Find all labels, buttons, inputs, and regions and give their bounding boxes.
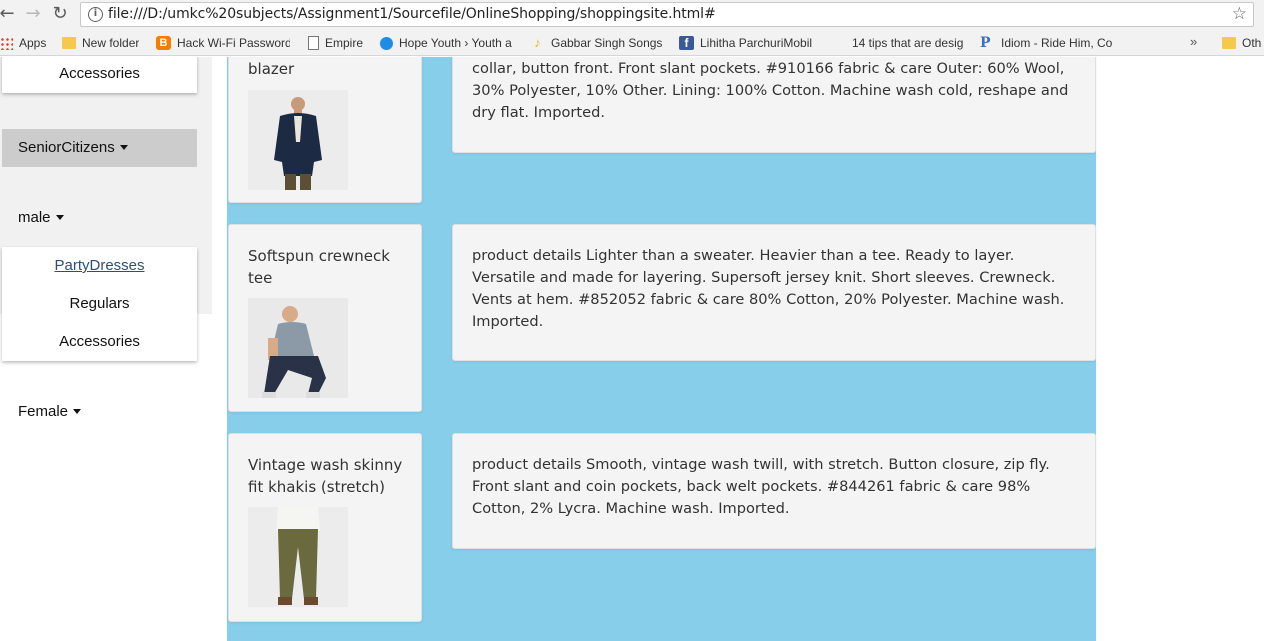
product-name: blazer — [248, 60, 295, 78]
product-card[interactable]: Softspun crewneck tee — [228, 224, 422, 412]
url-text[interactable]: file:///D:/umkc%20subjects/Assignment1/S… — [108, 6, 716, 22]
product-image-khakis[interactable] — [248, 507, 348, 607]
menu-item-accessories[interactable]: Accessories — [2, 323, 197, 361]
product-description: product details Lighter than a sweater. … — [472, 247, 1065, 330]
dropdown-menu-male: PartyDresses Regulars Accessories — [2, 247, 197, 361]
bookmark-label: Hope Youth › Youth a — [399, 36, 512, 50]
bookmark-14-tips[interactable]: 14 tips that are desig — [831, 34, 965, 52]
bookmark-label: Hack Wi-Fi Password — [177, 36, 290, 50]
product-description: product details Smooth, vintage wash twi… — [472, 456, 1050, 517]
blogger-icon: B — [156, 36, 171, 50]
category-label: male — [18, 209, 51, 226]
caret-down-icon — [119, 144, 128, 150]
folder-icon — [62, 37, 76, 49]
product-list: blazer collar, button front. Front slant… — [227, 57, 1096, 641]
menu-item-regulars[interactable]: Regulars — [2, 285, 197, 323]
blank-page-icon — [831, 36, 846, 50]
bookmarks-bar: Apps New folder B Hack Wi-Fi Password Em… — [0, 30, 1264, 56]
bookmark-label: Oth — [1242, 36, 1262, 50]
bookmark-label: New folder — [82, 36, 140, 50]
product-card[interactable]: blazer — [228, 57, 422, 203]
page-viewport: Accessories SeniorCitizens male PartyDre… — [0, 57, 1264, 641]
product-description-card: collar, button front. Front slant pocket… — [452, 57, 1096, 153]
folder-icon — [1222, 37, 1236, 49]
music-drop-icon: ♪ — [534, 35, 541, 50]
product-name: Vintage wash skinny fit khakis (stretch) — [248, 456, 403, 496]
product-description-card: product details Lighter than a sweater. … — [452, 224, 1096, 361]
menu-item-accessories[interactable]: Accessories — [2, 57, 197, 93]
bookmark-idiom[interactable]: P Idiom - Ride Him, Co — [980, 34, 1116, 52]
back-arrow-icon[interactable]: ← — [0, 3, 18, 25]
bookmark-other[interactable]: Oth — [1222, 34, 1264, 52]
product-card[interactable]: Vintage wash skinny fit khakis (stretch) — [228, 433, 422, 622]
bookmark-apps[interactable]: Apps — [0, 34, 52, 52]
bookmark-gabbar-singh[interactable]: ♪ Gabbar Singh Songs — [530, 34, 664, 52]
category-label: Female — [18, 403, 69, 420]
more-bookmarks-chevron-icon[interactable]: » — [1190, 34, 1197, 49]
product-image-tee[interactable] — [248, 298, 348, 398]
bookmark-label: Apps — [19, 36, 47, 50]
address-bar[interactable]: i file:///D:/umkc%20subjects/Assignment1… — [80, 2, 1254, 27]
bookmark-label: Empire — [325, 36, 364, 50]
info-icon[interactable]: i — [88, 7, 103, 22]
bookmark-label: Gabbar Singh Songs — [551, 36, 663, 50]
product-name: Softspun crewneck tee — [248, 247, 390, 287]
bookmark-label: Lihitha ParchuriMobil — [700, 36, 813, 50]
dropdown-menu-top: Accessories — [2, 57, 197, 93]
menu-item-party-dresses[interactable]: PartyDresses — [2, 247, 197, 285]
category-label: SeniorCitizens — [18, 139, 115, 156]
browser-toolbar: ← → ↻ i file:///D:/umkc%20subjects/Assig… — [0, 0, 1264, 30]
bookmark-label: Idiom - Ride Him, Co — [1001, 36, 1113, 50]
bookmark-hack-wifi[interactable]: B Hack Wi-Fi Password — [156, 34, 290, 52]
apps-grid-icon — [0, 36, 13, 50]
forward-arrow-icon[interactable]: → — [22, 3, 44, 25]
product-description: collar, button front. Front slant pocket… — [472, 60, 1069, 121]
reload-icon[interactable]: ↻ — [49, 3, 71, 25]
shazam-icon — [380, 36, 393, 50]
facebook-icon: f — [679, 36, 694, 50]
category-male[interactable]: male — [18, 209, 64, 226]
bookmark-lihitha[interactable]: f Lihitha ParchuriMobil — [679, 34, 817, 52]
bookmark-star-icon[interactable]: ☆ — [1232, 4, 1247, 24]
category-senior-citizens[interactable]: SeniorCitizens — [2, 129, 197, 167]
product-image-blazer[interactable] — [248, 90, 348, 190]
idiom-icon: P — [980, 35, 991, 51]
bookmark-label: 14 tips that are desig — [852, 36, 964, 50]
bookmark-new-folder[interactable]: New folder — [62, 34, 146, 52]
bookmark-hope-youth[interactable]: Hope Youth › Youth a — [380, 34, 515, 52]
page-icon — [308, 36, 319, 50]
bookmark-empire[interactable]: Empire — [308, 34, 370, 52]
caret-down-icon — [73, 408, 82, 414]
caret-down-icon — [55, 214, 64, 220]
category-female[interactable]: Female — [18, 403, 82, 420]
product-description-card: product details Smooth, vintage wash twi… — [452, 433, 1096, 549]
